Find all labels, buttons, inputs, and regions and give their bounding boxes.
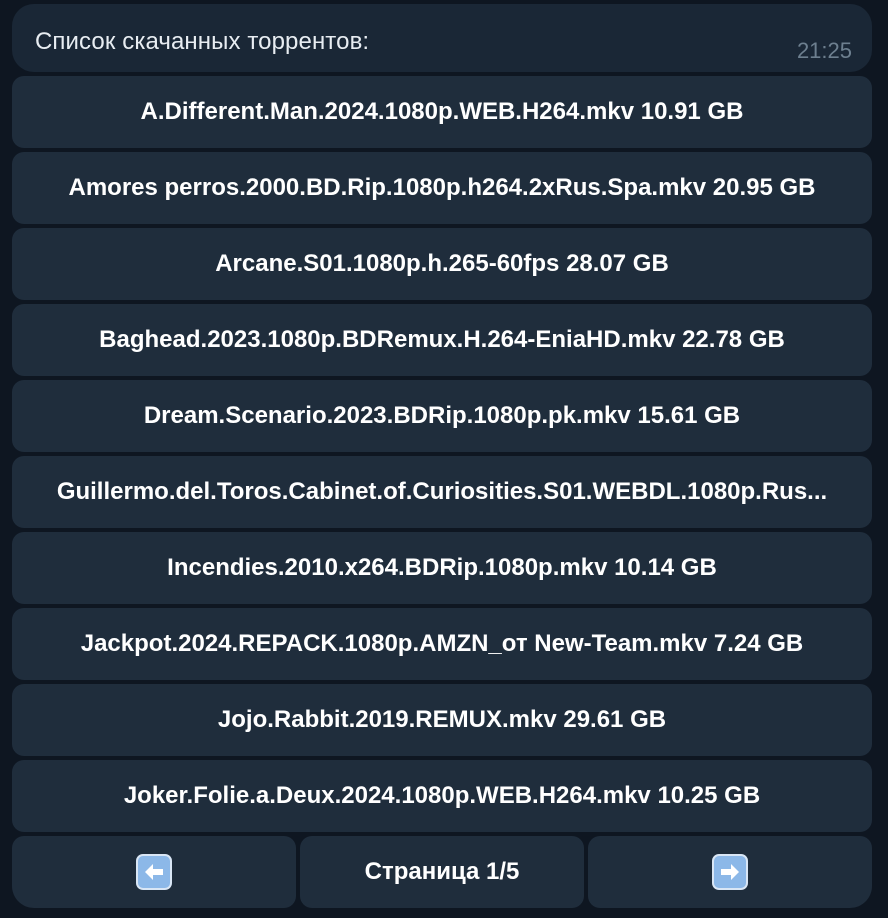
prev-page-button[interactable] [12, 836, 296, 908]
torrent-button-label: Jackpot.2024.REPACK.1080p.AMZN_от New-Te… [80, 630, 804, 657]
torrent-button[interactable]: A.Different.Man.2024.1080p.WEB.H264.mkv … [12, 76, 872, 148]
torrent-button-label: A.Different.Man.2024.1080p.WEB.H264.mkv … [140, 98, 744, 125]
torrent-button[interactable]: Baghead.2023.1080p.BDRemux.H.264-EniaHD.… [12, 304, 872, 376]
torrent-button[interactable]: Incendies.2010.x264.BDRip.1080p.mkv 10.1… [12, 532, 872, 604]
page-indicator-label: Страница 1/5 [364, 858, 520, 885]
torrent-button[interactable]: Dream.Scenario.2023.BDRip.1080p.pk.mkv 1… [12, 380, 872, 452]
torrent-button-label: Baghead.2023.1080p.BDRemux.H.264-EniaHD.… [99, 326, 785, 353]
torrent-button-label: Guillermo.del.Toros.Cabinet.of.Curiositi… [56, 478, 828, 505]
torrent-button-label: Joker.Folie.a.Deux.2024.1080p.WEB.H264.m… [123, 782, 761, 809]
torrent-button[interactable]: Arcane.S01.1080p.h.265-60fps 28.07 GB [12, 228, 872, 300]
torrent-button[interactable]: Amores perros.2000.BD.Rip.1080p.h264.2xR… [12, 152, 872, 224]
torrent-button[interactable]: Jojo.Rabbit.2019.REMUX.mkv 29.61 GB [12, 684, 872, 756]
right-arrow-icon [712, 854, 748, 890]
torrent-button[interactable]: Jackpot.2024.REPACK.1080p.AMZN_от New-Te… [12, 608, 872, 680]
torrent-button-label: Amores perros.2000.BD.Rip.1080p.h264.2xR… [68, 174, 816, 201]
message-time: 21:25 [796, 38, 852, 63]
chat-view: Список скачанных торрентов: 21:25 A.Diff… [0, 0, 888, 918]
torrent-button-label: Incendies.2010.x264.BDRip.1080p.mkv 10.1… [167, 554, 717, 581]
torrent-button[interactable]: Joker.Folie.a.Deux.2024.1080p.WEB.H264.m… [12, 760, 872, 832]
torrent-button-label: Arcane.S01.1080p.h.265-60fps 28.07 GB [215, 250, 669, 277]
left-arrow-icon [136, 854, 172, 890]
next-page-button[interactable] [588, 836, 872, 908]
message-bubble: Список скачанных торрентов: 21:25 [12, 4, 872, 72]
message-text: Список скачанных торрентов: [35, 28, 370, 55]
inline-keyboard: A.Different.Man.2024.1080p.WEB.H264.mkv … [12, 76, 872, 912]
torrent-button-label: Jojo.Rabbit.2019.REMUX.mkv 29.61 GB [217, 706, 667, 733]
torrent-button[interactable]: Guillermo.del.Toros.Cabinet.of.Curiositi… [12, 456, 872, 528]
torrent-button-label: Dream.Scenario.2023.BDRip.1080p.pk.mkv 1… [143, 402, 741, 429]
page-indicator-button[interactable]: Страница 1/5 [300, 836, 584, 908]
